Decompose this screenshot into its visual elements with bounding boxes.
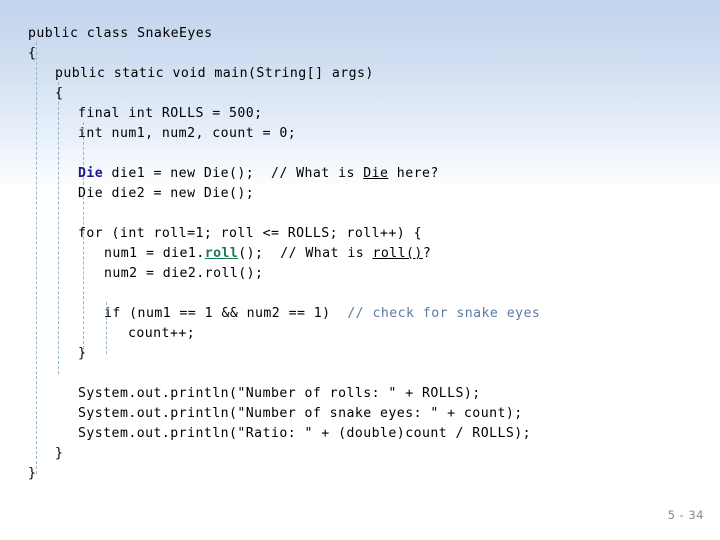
code-line: count++;: [128, 326, 196, 341]
code-line: }: [78, 346, 87, 361]
code-line: final int ROLLS = 500;: [78, 106, 263, 121]
slide-canvas: public class SnakeEyes { public static v…: [0, 0, 720, 540]
code-line-roll: num1 = die1.roll(); // What is roll()?: [0, 247, 431, 261]
code-block: public class SnakeEyes { public static v…: [0, 0, 720, 500]
token-plain: num1 = die1.: [104, 246, 205, 261]
code-line: }: [28, 466, 37, 481]
token-plain: (); // What is: [238, 246, 373, 261]
token-underlined-die: Die: [363, 166, 389, 181]
code-line: num2 = die2.roll();: [104, 266, 264, 281]
token-plain: if (num1 == 1 && num2 == 1): [104, 306, 348, 321]
token-plain: die1 = new Die(); // What is: [103, 166, 364, 181]
code-line: {: [28, 46, 37, 61]
token-plain: ?: [422, 246, 432, 261]
code-line: for (int roll=1; roll <= ROLLS; roll++) …: [78, 226, 422, 241]
code-line-die1: Die die1 = new Die(); // What is Die her…: [0, 167, 439, 181]
code-line-if: if (num1 == 1 && num2 == 1) // check for…: [0, 307, 540, 321]
code-line: int num1, num2, count = 0;: [78, 126, 297, 141]
code-line: System.out.println("Ratio: " + (double)c…: [78, 426, 532, 441]
token-type-die: Die: [78, 166, 104, 181]
token-comment-snake-eyes: // check for snake eyes: [347, 306, 541, 321]
code-line: }: [55, 446, 64, 461]
code-line: public static void main(String[] args): [55, 66, 374, 81]
code-line: Die die2 = new Die();: [78, 186, 255, 201]
token-plain: here?: [388, 166, 439, 181]
page-number: 5 - 34: [667, 508, 704, 522]
code-line: {: [55, 86, 64, 101]
code-line: public class SnakeEyes: [28, 26, 213, 41]
token-method-roll: roll: [204, 246, 239, 261]
code-line: System.out.println("Number of snake eyes…: [78, 406, 523, 421]
code-line: System.out.println("Number of rolls: " +…: [78, 386, 481, 401]
token-underlined-roll: roll(): [372, 246, 423, 261]
